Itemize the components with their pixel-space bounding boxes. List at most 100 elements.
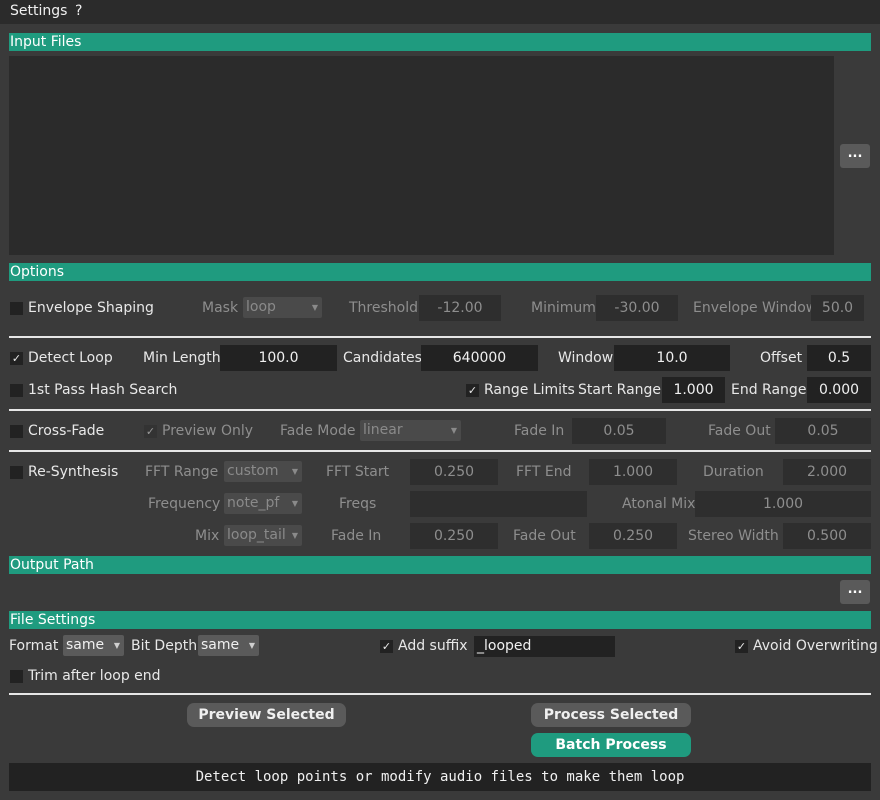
atonal-mix-field[interactable]: 1.000 — [695, 491, 871, 517]
cross-fade-label: Cross-Fade — [28, 423, 105, 439]
section-header-file-settings: File Settings — [9, 611, 871, 629]
separator — [9, 450, 871, 452]
threshold-field[interactable]: -12.00 — [419, 295, 501, 321]
menu-help[interactable]: ? — [75, 3, 82, 19]
separator — [9, 693, 871, 695]
fade-mode-value: linear — [363, 422, 403, 438]
window-field[interactable]: 10.0 — [614, 345, 730, 371]
format-select[interactable]: same ▼ — [63, 635, 124, 656]
end-range-label: End Range — [731, 382, 807, 398]
fft-range-label: FFT Range — [145, 464, 219, 480]
candidates-field[interactable]: 640000 — [421, 345, 538, 371]
resynth-fade-in-label: Fade In — [331, 528, 382, 544]
chevron-down-icon: ▼ — [450, 426, 457, 435]
preview-selected-button[interactable]: Preview Selected — [187, 703, 346, 727]
menu-bar: Settings ? — [0, 0, 880, 24]
checkmark-icon: ✓ — [467, 384, 478, 397]
crossfade-fade-out-label: Fade Out — [708, 423, 771, 439]
end-range-field[interactable]: 0.000 — [807, 377, 871, 403]
fade-mode-label: Fade Mode — [280, 423, 356, 439]
freqs-field[interactable] — [410, 491, 587, 517]
fft-start-field[interactable]: 0.250 — [410, 459, 498, 485]
batch-process-button[interactable]: Batch Process — [531, 733, 691, 757]
crossfade-fade-in-label: Fade In — [514, 423, 565, 439]
start-range-field[interactable]: 1.000 — [662, 377, 725, 403]
preview-only-checkbox[interactable]: ✓ — [144, 425, 157, 438]
chevron-down-icon: ▼ — [113, 641, 120, 650]
suffix-input[interactable]: _looped — [474, 636, 615, 657]
re-synthesis-label: Re-Synthesis — [28, 464, 119, 480]
chevron-down-icon: ▼ — [248, 641, 255, 650]
envelope-window-field[interactable]: 50.0 — [811, 295, 864, 321]
mix-value: loop_tail — [227, 527, 286, 543]
crossfade-fade-in-field[interactable]: 0.05 — [572, 418, 666, 444]
re-synthesis-checkbox[interactable] — [10, 466, 23, 479]
detect-loop-checkbox[interactable]: ✓ — [10, 352, 23, 365]
frequency-select[interactable]: note_pf ▼ — [224, 493, 302, 514]
format-value: same — [66, 637, 105, 653]
separator — [9, 336, 871, 338]
chevron-down-icon: ▼ — [291, 499, 298, 508]
min-length-label: Min Length — [143, 350, 221, 366]
fft-end-field[interactable]: 1.000 — [589, 459, 677, 485]
mask-select[interactable]: loop ▼ — [243, 297, 322, 318]
add-suffix-label: Add suffix — [398, 638, 468, 654]
fft-range-select[interactable]: custom ▼ — [224, 461, 302, 482]
mask-label: Mask — [202, 300, 239, 316]
add-suffix-checkbox[interactable]: ✓ — [380, 640, 393, 653]
input-files-list[interactable] — [9, 56, 834, 255]
browse-output-button[interactable]: ... — [840, 580, 870, 604]
stereo-width-field[interactable]: 0.500 — [783, 523, 871, 549]
atonal-mix-label: Atonal Mix — [622, 496, 696, 512]
range-limits-checkbox[interactable]: ✓ — [466, 384, 479, 397]
mix-select[interactable]: loop_tail ▼ — [224, 525, 302, 546]
bit-depth-select[interactable]: same ▼ — [198, 635, 259, 656]
crossfade-fade-out-field[interactable]: 0.05 — [775, 418, 871, 444]
stereo-width-label: Stereo Width — [688, 528, 779, 544]
fft-end-label: FFT End — [516, 464, 572, 480]
offset-label: Offset — [760, 350, 803, 366]
envelope-shaping-label: Envelope Shaping — [28, 300, 154, 316]
section-header-input-files: Input Files — [9, 33, 871, 51]
envelope-window-label: Envelope Window — [693, 300, 818, 316]
menu-settings[interactable]: Settings — [10, 3, 67, 19]
duration-field[interactable]: 2.000 — [783, 459, 871, 485]
fft-start-label: FFT Start — [326, 464, 390, 480]
mask-value: loop — [246, 299, 276, 315]
resynth-fade-in-field[interactable]: 0.250 — [410, 523, 498, 549]
threshold-label: Threshold — [349, 300, 418, 316]
mix-label: Mix — [195, 528, 220, 544]
trim-after-loop-end-label: Trim after loop end — [28, 668, 161, 684]
minimum-field[interactable]: -30.00 — [596, 295, 678, 321]
hash-search-checkbox[interactable] — [10, 384, 23, 397]
chevron-down-icon: ▼ — [291, 531, 298, 540]
range-limits-label: Range Limits — [484, 382, 575, 398]
min-length-field[interactable]: 100.0 — [220, 345, 337, 371]
avoid-overwriting-checkbox[interactable]: ✓ — [735, 640, 748, 653]
separator — [9, 409, 871, 411]
frequency-label: Frequency — [148, 496, 221, 512]
checkmark-icon: ✓ — [381, 640, 392, 653]
resynth-fade-out-field[interactable]: 0.250 — [589, 523, 677, 549]
candidates-label: Candidates — [343, 350, 422, 366]
process-selected-button[interactable]: Process Selected — [531, 703, 691, 727]
browse-input-button[interactable]: ... — [840, 144, 870, 168]
trim-after-loop-end-checkbox[interactable] — [10, 670, 23, 683]
fade-mode-select[interactable]: linear ▼ — [360, 420, 461, 441]
bit-depth-value: same — [201, 637, 240, 653]
start-range-label: Start Range — [578, 382, 662, 398]
cross-fade-checkbox[interactable] — [10, 425, 23, 438]
window-label: Window — [558, 350, 614, 366]
checkmark-icon: ✓ — [736, 640, 747, 653]
resynth-fade-out-label: Fade Out — [513, 528, 576, 544]
envelope-shaping-checkbox[interactable] — [10, 302, 23, 315]
status-bar: Detect loop points or modify audio files… — [9, 763, 871, 791]
avoid-overwriting-label: Avoid Overwriting — [753, 638, 878, 654]
offset-field[interactable]: 0.5 — [807, 345, 871, 371]
section-header-options: Options — [9, 263, 871, 281]
chevron-down-icon: ▼ — [291, 467, 298, 476]
duration-label: Duration — [703, 464, 764, 480]
bit-depth-label: Bit Depth — [131, 638, 198, 654]
freqs-label: Freqs — [339, 496, 377, 512]
hash-search-label: 1st Pass Hash Search — [28, 382, 178, 398]
